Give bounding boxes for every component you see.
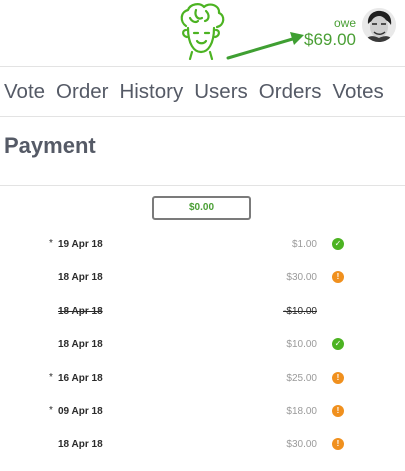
payment-amount: -$10.00 <box>283 305 317 317</box>
payment-date: 18 Apr 18 <box>58 272 103 284</box>
arrow-icon <box>226 32 304 60</box>
nav-order[interactable]: Order <box>56 76 108 108</box>
payment-date: 18 Apr 18 <box>58 305 103 317</box>
pending-marker: * <box>49 405 53 416</box>
payment-date: 19 Apr 18 <box>58 239 103 250</box>
payment-row: * 09 Apr 18 $18.00! <box>0 396 405 429</box>
payment-date: 16 Apr 18 <box>58 372 103 384</box>
nav-orders[interactable]: Orders <box>259 76 322 108</box>
pending-marker: * <box>49 371 53 383</box>
payment-date: 18 Apr 18 <box>58 439 103 451</box>
user-avatar-icon <box>362 8 396 42</box>
payment-amount: $30.00 <box>286 272 317 284</box>
owe-amount: $69.00 <box>304 30 356 49</box>
pending-marker: * <box>49 238 53 249</box>
exclamation-circle-icon[interactable]: ! <box>332 271 344 284</box>
payment-amount: $1.00 <box>291 239 317 250</box>
payment-row: 18 Apr 18 -$10.00 <box>0 296 405 329</box>
exclamation-circle-icon[interactable]: ! <box>332 405 344 417</box>
header-divider <box>0 66 405 67</box>
salad-mascot-icon[interactable] <box>176 2 226 60</box>
avatar[interactable] <box>362 8 396 42</box>
owe-label: owe <box>333 16 356 30</box>
page-title: Payment <box>4 133 96 158</box>
payment-row: 18 Apr 18 $10.00 ✓ <box>0 329 405 362</box>
nav-divider <box>0 116 405 117</box>
app-header: owe $69.00 <box>0 0 405 66</box>
title-divider <box>0 185 405 186</box>
amount-input[interactable]: $0.00 <box>152 196 251 220</box>
nav-vote[interactable]: Vote <box>4 76 45 108</box>
payment-row: * 19 Apr 18 $1.00 ✓ <box>0 229 405 262</box>
payment-amount: $30.00 <box>286 439 317 451</box>
exclamation-circle-icon[interactable]: ! <box>332 438 344 451</box>
payment-row: 18 Apr 18 $30.00! <box>0 262 405 295</box>
exclamation-circle-icon[interactable]: ! <box>332 371 344 384</box>
nav-votes[interactable]: Votes <box>332 76 383 108</box>
check-circle-icon[interactable]: ✓ <box>332 238 344 250</box>
payment-date: 18 Apr 18 <box>58 339 103 351</box>
payment-row: 18 Apr 18 $30.00! <box>0 429 405 462</box>
nav-users[interactable]: Users <box>194 76 248 108</box>
payment-amount: $10.00 <box>286 339 317 351</box>
nav-history[interactable]: History <box>119 76 183 108</box>
payment-row: * 16 Apr 18 $25.00! <box>0 363 405 396</box>
check-circle-icon[interactable]: ✓ <box>332 338 344 351</box>
payment-amount: $18.00 <box>286 406 317 417</box>
payment-date: 09 Apr 18 <box>58 406 103 417</box>
payment-amount: $25.00 <box>286 372 317 384</box>
main-nav: Vote Order History Users Orders Votes <box>0 76 390 108</box>
